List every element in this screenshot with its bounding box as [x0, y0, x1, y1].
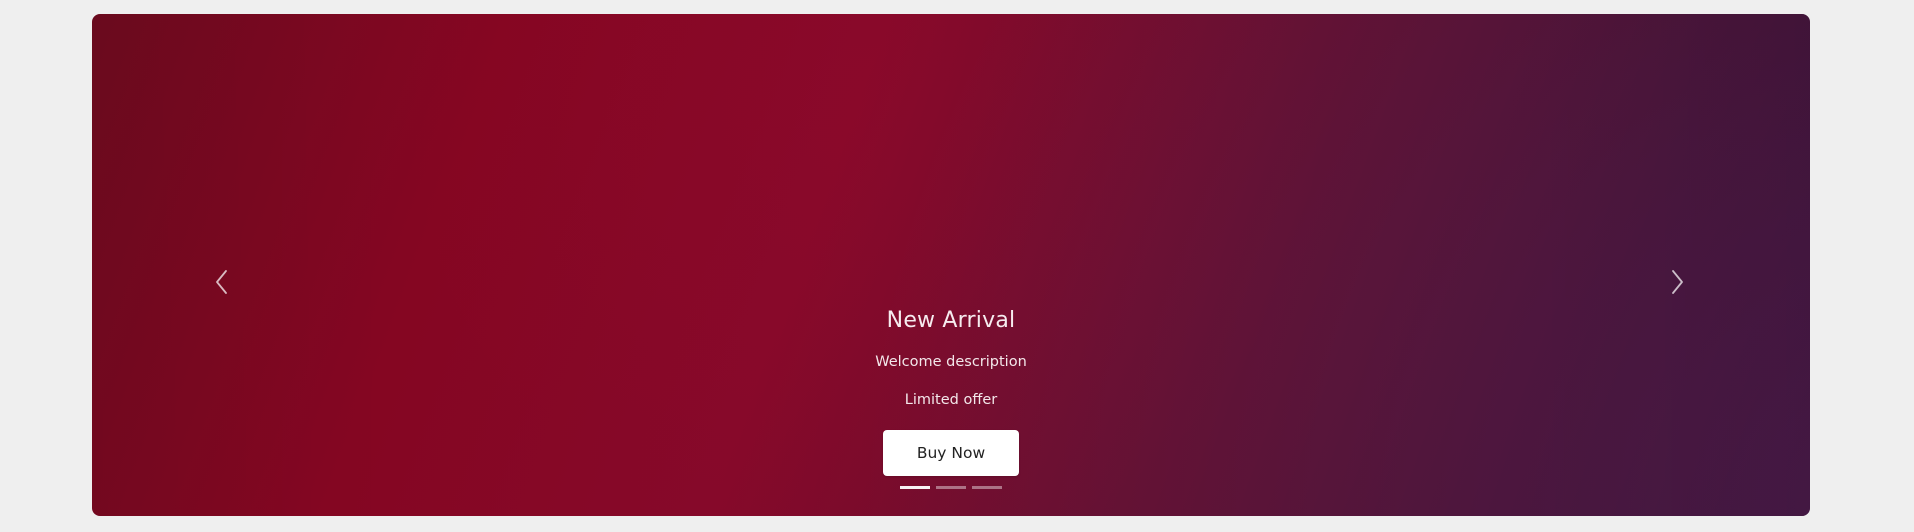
- slide-indicators: [900, 486, 1002, 489]
- page: New Arrival Welcome description Limited …: [0, 0, 1914, 532]
- slide-indicator-1[interactable]: [900, 486, 930, 489]
- buy-now-button[interactable]: Buy Now: [883, 430, 1019, 476]
- slide-indicator-2[interactable]: [936, 486, 966, 489]
- slide-title: New Arrival: [886, 308, 1016, 333]
- hero-carousel: New Arrival Welcome description Limited …: [92, 14, 1810, 516]
- slide-indicator-3[interactable]: [972, 486, 1002, 489]
- slide-content: New Arrival Welcome description Limited …: [92, 14, 1810, 516]
- slide-description: Welcome description: [875, 354, 1027, 370]
- slide-offer: Limited offer: [904, 392, 998, 408]
